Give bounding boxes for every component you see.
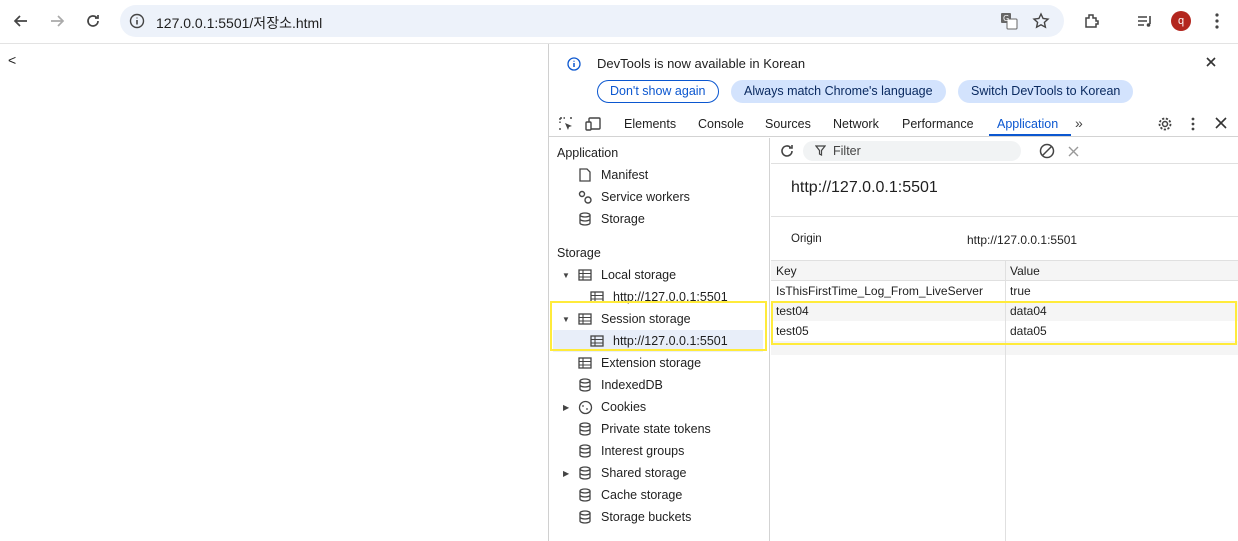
url-text: 127.0.0.1:5501/저장소.html bbox=[156, 15, 323, 31]
info-icon bbox=[567, 57, 581, 74]
key-value-table: Key Value IsThisFirstTime_Log_From_LiveS… bbox=[771, 260, 1238, 541]
translate-icon[interactable]: G bbox=[1000, 12, 1018, 33]
divider bbox=[771, 216, 1238, 217]
extensions-icon[interactable] bbox=[1078, 7, 1106, 35]
expand-arrow-icon[interactable]: ▼ bbox=[562, 271, 570, 280]
sidebar-item-storage-buckets[interactable]: Storage buckets bbox=[577, 506, 691, 528]
sidebar-item-extension-storage[interactable]: Extension storage bbox=[577, 352, 701, 374]
table-icon bbox=[577, 355, 593, 371]
row-key: IsThisFirstTime_Log_From_LiveServer bbox=[776, 284, 983, 298]
sidebar-item-label: IndexedDB bbox=[601, 378, 663, 392]
device-toolbar-icon[interactable] bbox=[585, 116, 602, 135]
collapse-arrow-icon[interactable]: ▶ bbox=[563, 403, 569, 412]
sidebar-item-cache-storage[interactable]: Cache storage bbox=[577, 484, 682, 506]
table-icon bbox=[577, 267, 593, 283]
clear-all-icon[interactable] bbox=[1039, 143, 1055, 162]
storage-toolbar: Filter bbox=[771, 138, 1238, 164]
origin-label: Origin bbox=[791, 233, 822, 245]
row-value: true bbox=[1010, 284, 1031, 298]
sidebar-item-label: Extension storage bbox=[601, 356, 702, 370]
browser-toolbar: 127.0.0.1:5501/저장소.html G q bbox=[0, 0, 1238, 44]
devtools-panel: DevTools is now available in Korean Don'… bbox=[548, 44, 1238, 541]
bookmark-star-icon[interactable] bbox=[1032, 12, 1050, 33]
sidebar-item-service-workers[interactable]: Service workers bbox=[577, 186, 690, 208]
sidebar-item-cookies[interactable]: Cookies bbox=[577, 396, 646, 418]
highlight-box bbox=[550, 301, 767, 351]
sidebar-item-private-state-tokens[interactable]: Private state tokens bbox=[577, 418, 711, 440]
sidebar-item-label: Local storage bbox=[601, 268, 677, 282]
sidebar-item-indexeddb[interactable]: IndexedDB bbox=[577, 374, 663, 396]
storage-view: Filter http://127.0.0.1:5501 Origin http… bbox=[771, 138, 1238, 541]
address-bar[interactable]: 127.0.0.1:5501/저장소.html G bbox=[120, 5, 1064, 37]
sidebar-item-shared-storage[interactable]: Shared storage bbox=[577, 462, 686, 484]
tab-console[interactable]: Console bbox=[698, 117, 744, 131]
devtools-menu-icon[interactable] bbox=[1191, 116, 1195, 135]
database-icon bbox=[577, 211, 593, 227]
reading-list-icon[interactable] bbox=[1131, 7, 1159, 35]
sidebar-item-label: Cookies bbox=[601, 400, 647, 414]
sidebar-item-label: Shared storage bbox=[601, 466, 687, 480]
sidebar-item-label: Cache storage bbox=[601, 488, 683, 502]
close-devtools-icon[interactable] bbox=[1214, 116, 1228, 133]
filter-input[interactable]: Filter bbox=[803, 141, 1021, 161]
dont-show-again-button[interactable]: Don't show again bbox=[597, 80, 719, 103]
sidebar-item-label: Storage buckets bbox=[601, 510, 692, 524]
collapse-arrow-icon[interactable]: ▶ bbox=[563, 469, 569, 478]
filter-placeholder: Filter bbox=[833, 144, 861, 158]
devtools-tabbar: Elements Console Sources Network Perform… bbox=[549, 112, 1238, 137]
switch-to-korean-button[interactable]: Switch DevTools to Korean bbox=[958, 80, 1134, 103]
tab-sources[interactable]: Sources bbox=[765, 117, 811, 131]
profile-avatar[interactable]: q bbox=[1171, 11, 1191, 31]
application-sidebar: Application Manifest Service workers Sto… bbox=[549, 138, 770, 541]
document-icon bbox=[577, 167, 593, 183]
sidebar-item-label: Storage bbox=[601, 212, 645, 226]
language-infobar: DevTools is now available in Korean Don'… bbox=[549, 44, 1238, 112]
database-icon bbox=[577, 487, 593, 503]
tab-application[interactable]: Application bbox=[997, 117, 1058, 131]
sidebar-item-label: Interest groups bbox=[601, 444, 685, 458]
origin-title: http://127.0.0.1:5501 bbox=[791, 179, 938, 196]
highlight-box bbox=[771, 301, 1237, 345]
sidebar-item-label: Private state tokens bbox=[601, 422, 711, 436]
origin-value: http://127.0.0.1:5501 bbox=[967, 233, 1078, 247]
infobar-message: DevTools is now available in Korean bbox=[597, 56, 806, 71]
section-title-storage: Storage bbox=[557, 246, 601, 260]
database-icon bbox=[577, 377, 593, 393]
forward-icon[interactable] bbox=[43, 7, 71, 35]
column-header-key[interactable]: Key bbox=[776, 264, 797, 278]
sidebar-item-interest-groups[interactable]: Interest groups bbox=[577, 440, 684, 462]
back-icon[interactable] bbox=[7, 7, 35, 35]
settings-gear-icon[interactable] bbox=[1157, 116, 1173, 135]
always-match-language-button[interactable]: Always match Chrome's language bbox=[731, 80, 946, 103]
database-icon bbox=[577, 421, 593, 437]
site-info-icon[interactable] bbox=[129, 13, 145, 32]
sidebar-item-local-storage[interactable]: Local storage bbox=[577, 264, 676, 286]
close-icon[interactable] bbox=[1205, 56, 1217, 71]
tab-network[interactable]: Network bbox=[833, 117, 879, 131]
browser-menu-icon[interactable] bbox=[1203, 7, 1231, 35]
filter-funnel-icon bbox=[814, 145, 827, 159]
svg-text:G: G bbox=[1003, 14, 1009, 23]
gears-icon bbox=[577, 189, 593, 205]
database-icon bbox=[577, 465, 593, 481]
active-tab-indicator bbox=[989, 134, 1071, 136]
section-title-application: Application bbox=[557, 146, 619, 160]
delete-selected-icon[interactable] bbox=[1068, 145, 1079, 160]
sidebar-item-manifest[interactable]: Manifest bbox=[577, 164, 648, 186]
more-tabs-icon[interactable]: » bbox=[1075, 115, 1083, 131]
column-header-value[interactable]: Value bbox=[1010, 264, 1040, 278]
sidebar-item-label: Service workers bbox=[601, 190, 690, 204]
inspect-element-icon[interactable] bbox=[558, 116, 574, 135]
database-icon bbox=[577, 443, 593, 459]
cookie-icon bbox=[577, 399, 593, 415]
database-icon bbox=[577, 509, 593, 525]
page-text: < bbox=[8, 52, 17, 68]
tab-performance[interactable]: Performance bbox=[902, 117, 974, 131]
refresh-icon[interactable] bbox=[779, 143, 795, 162]
sidebar-item-storage[interactable]: Storage bbox=[577, 208, 645, 230]
reload-icon[interactable] bbox=[79, 7, 107, 35]
sidebar-item-label: Manifest bbox=[601, 168, 649, 182]
tab-elements[interactable]: Elements bbox=[624, 117, 676, 131]
